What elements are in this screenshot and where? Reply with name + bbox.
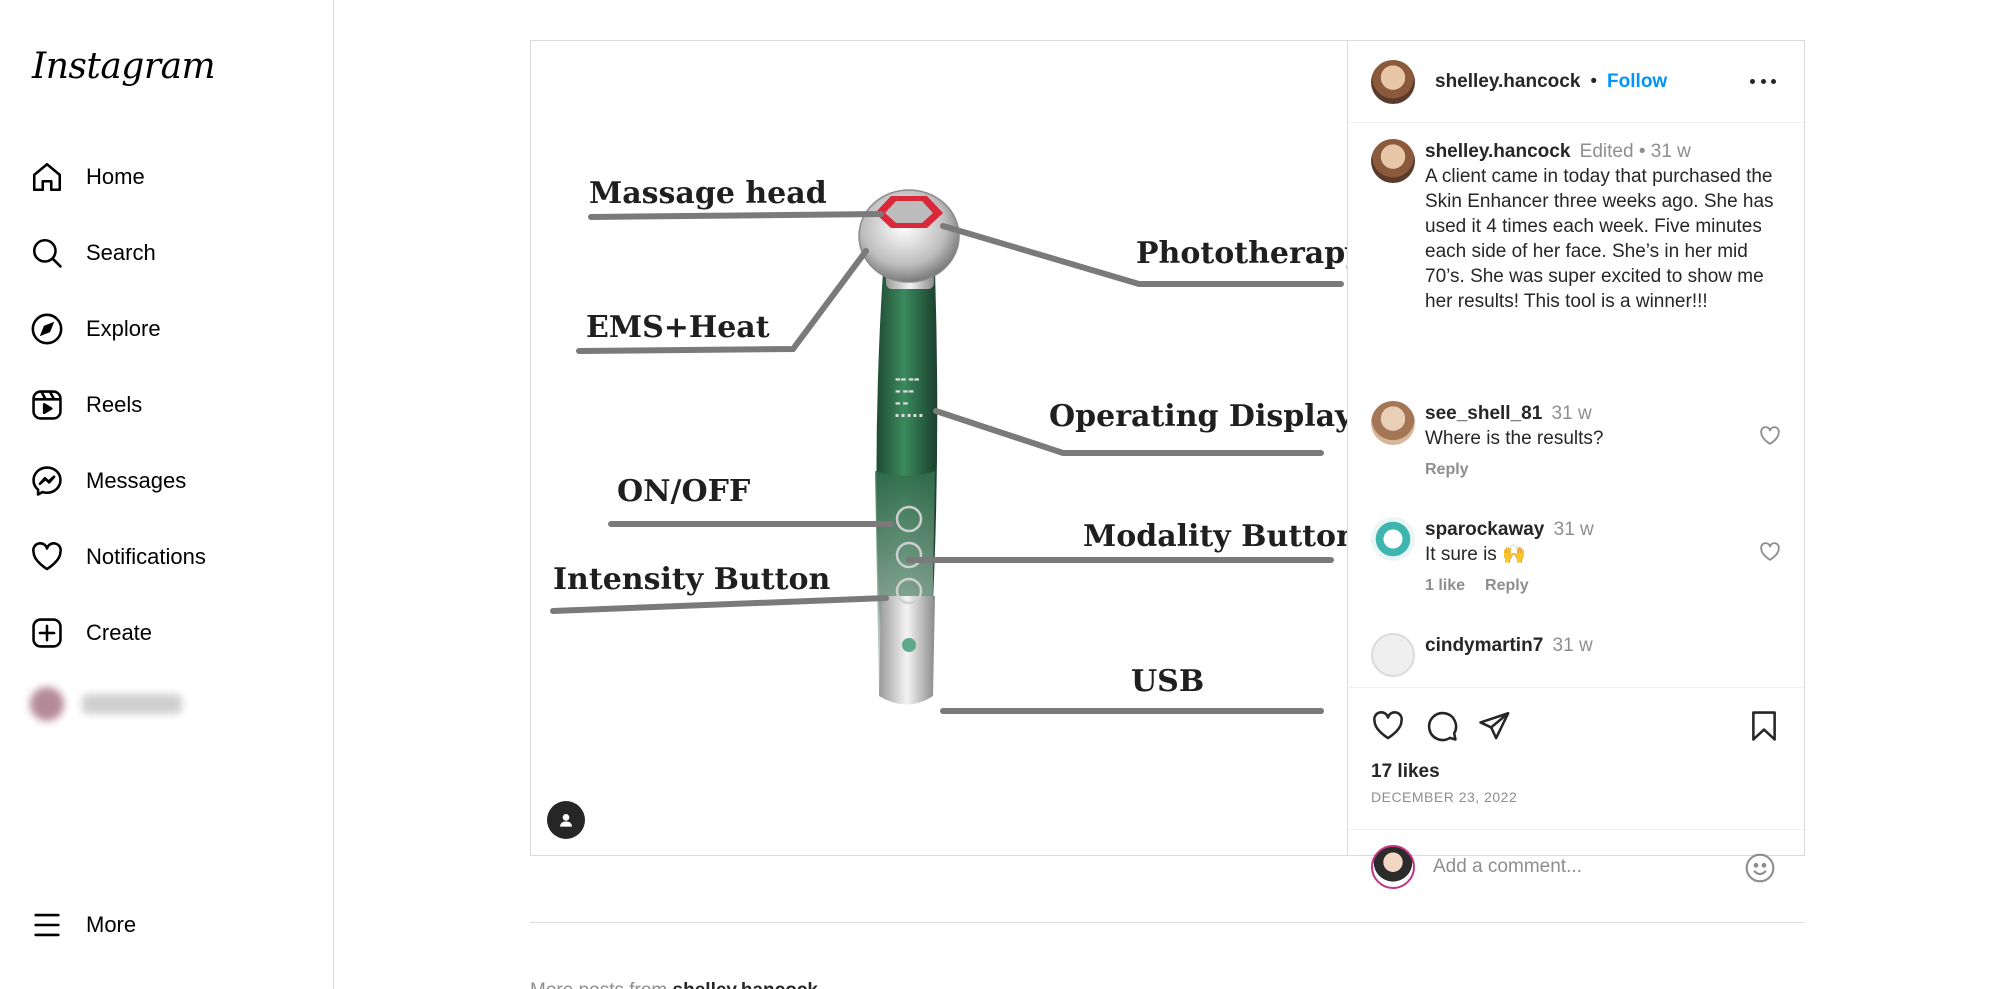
list-item: see_shell_81 31 w Where is the results? …: [1371, 401, 1781, 479]
avatar[interactable]: [1371, 139, 1415, 183]
avatar[interactable]: [1371, 633, 1415, 677]
comments-list[interactable]: shelley.hancock Edited • 31 w A client c…: [1349, 123, 1804, 688]
more-posts-heading: More posts from shelley.hancock: [530, 980, 818, 989]
avatar[interactable]: [1371, 59, 1415, 104]
messenger-icon: [32, 466, 62, 496]
post-date: DECEMBER 23, 2022: [1371, 789, 1518, 805]
sidebar-item-label: Notifications: [86, 544, 206, 569]
search-icon: [32, 238, 62, 268]
post-header: shelley.hancock • Follow: [1349, 41, 1804, 123]
sidebar-item-label: Messages: [86, 468, 187, 493]
sidebar-item-label: Search: [86, 240, 156, 265]
post-actions: 17 likes DECEMBER 23, 2022: [1349, 689, 1804, 889]
reels-icon: [32, 390, 62, 420]
product-diagram: ▬▬ ▬▬ ▬ ▬▬ ▬ ▬ ▪ ▪ ▪ ▪ ▪ Massage head Ph…: [531, 41, 1348, 855]
comment-likes[interactable]: 1 like: [1425, 577, 1465, 594]
save-icon[interactable]: [1747, 709, 1781, 743]
label-on-off: ON/OFF: [617, 474, 750, 509]
sidebar-item-reels[interactable]: Reels: [30, 379, 310, 431]
sidebar-item-label: Create: [86, 620, 153, 645]
label-modality-button: Modality Button: [1083, 519, 1348, 554]
post-image[interactable]: ▬▬ ▬▬ ▬ ▬▬ ▬ ▬ ▪ ▪ ▪ ▪ ▪ Massage head Ph…: [531, 41, 1348, 855]
sidebar-item-label: More: [86, 912, 137, 937]
post-dialog: ▬▬ ▬▬ ▬ ▬▬ ▬ ▬ ▪ ▪ ▪ ▪ ▪ Massage head Ph…: [530, 40, 1805, 889]
caption-username[interactable]: shelley.hancock: [1425, 141, 1570, 162]
profile-label-blurred: [82, 694, 182, 714]
author-username[interactable]: shelley.hancock: [1435, 71, 1580, 93]
home-icon: [32, 162, 62, 192]
instagram-logo[interactable]: Instagram: [32, 46, 216, 87]
avatar: [30, 687, 64, 721]
sidebar-item-explore[interactable]: Explore: [30, 303, 310, 355]
sidebar-item-search[interactable]: Search: [30, 227, 310, 279]
comment-icon[interactable]: [1425, 709, 1459, 743]
label-usb: USB: [1131, 664, 1204, 699]
comment-text: Where is the results?: [1425, 428, 1604, 449]
svg-text:▪ ▪ ▪ ▪ ▪: ▪ ▪ ▪ ▪ ▪: [895, 412, 923, 419]
sidebar-item-messages[interactable]: Messages: [30, 455, 310, 507]
sidebar-item-notifications[interactable]: Notifications: [30, 531, 310, 583]
avatar: [1371, 844, 1415, 889]
more-posts-username[interactable]: shelley.hancock: [673, 980, 818, 989]
list-item: sparockaway 31 w It sure is 🙌 1 like Repl…: [1371, 517, 1781, 595]
label-massage-head: Massage head: [589, 176, 827, 211]
compass-icon: [31, 313, 63, 345]
reply-button[interactable]: Reply: [1425, 461, 1469, 478]
divider: [530, 922, 1805, 923]
like-icon[interactable]: [1371, 709, 1405, 743]
sidebar-item-label: Explore: [86, 316, 161, 341]
avatar[interactable]: [1371, 401, 1415, 445]
comment-text: It sure is 🙌: [1425, 544, 1526, 565]
post-side-panel: shelley.hancock • Follow shelley.hancock…: [1349, 41, 1804, 889]
like-comment-icon[interactable]: [1759, 541, 1781, 563]
comment-time: 31 w: [1552, 635, 1593, 656]
caption-text: A client came in today that purchased th…: [1425, 166, 1774, 312]
separator: •: [1590, 70, 1598, 92]
likes-count[interactable]: 17 likes: [1371, 761, 1440, 783]
menu-icon: [34, 913, 60, 937]
svg-text:▬▬ ▬▬: ▬▬ ▬▬: [895, 376, 920, 383]
user-icon: [560, 814, 572, 827]
plus-square-icon: [32, 618, 62, 648]
sidebar: Instagram Home Search Explore Reels Mess…: [0, 0, 334, 989]
comment-input[interactable]: [1433, 846, 1733, 887]
sidebar-item-label: Home: [86, 164, 145, 189]
comment-time: 31 w: [1553, 519, 1594, 540]
like-comment-icon[interactable]: [1759, 425, 1781, 447]
more-posts-prefix: More posts from: [530, 980, 667, 989]
share-icon[interactable]: [1477, 709, 1511, 743]
reply-button[interactable]: Reply: [1485, 577, 1529, 594]
label-phototherapy: Phototherapy: [1136, 236, 1348, 271]
sidebar-item-create[interactable]: Create: [30, 607, 310, 659]
comment-username[interactable]: sparockaway: [1425, 519, 1544, 540]
svg-text:▬ ▬: ▬ ▬: [895, 400, 909, 407]
emoji-icon[interactable]: [1744, 852, 1776, 884]
svg-text:▬ ▬▬: ▬ ▬▬: [895, 388, 914, 395]
caption: shelley.hancock Edited • 31 w A client c…: [1371, 139, 1781, 314]
caption-meta: Edited • 31 w: [1579, 141, 1691, 162]
label-ems-heat: EMS+Heat: [586, 310, 770, 345]
follow-button[interactable]: Follow: [1607, 71, 1667, 93]
comment-username[interactable]: see_shell_81: [1425, 403, 1542, 424]
heart-icon: [32, 542, 62, 571]
label-intensity-button: Intensity Button: [553, 562, 831, 597]
sidebar-item-home[interactable]: Home: [30, 151, 310, 203]
avatar[interactable]: [1371, 517, 1415, 561]
tagged-users-button[interactable]: [547, 801, 585, 839]
comment-username[interactable]: cindymartin7: [1425, 635, 1543, 656]
more-options-icon[interactable]: [1750, 71, 1776, 91]
comment-time: 31 w: [1551, 403, 1592, 424]
label-operating-display: Operating Display: [1049, 399, 1348, 434]
sidebar-item-label: Reels: [86, 392, 143, 417]
sidebar-item-profile[interactable]: [30, 687, 182, 721]
add-comment-bar: [1349, 829, 1804, 903]
list-item: cindymartin7 31 w: [1371, 633, 1781, 677]
sidebar-item-more[interactable]: More: [30, 899, 310, 951]
